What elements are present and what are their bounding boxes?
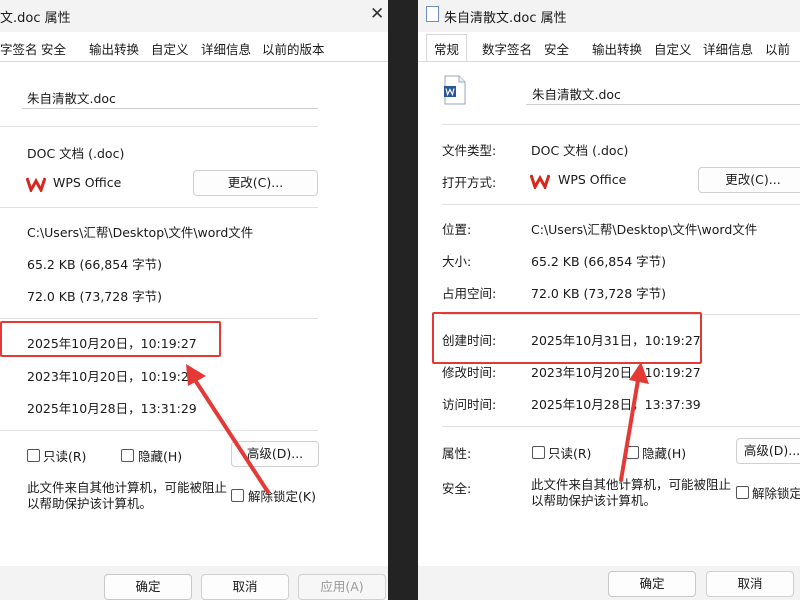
tab-previous-versions[interactable]: 以前: [765, 39, 790, 58]
security-label: 安全:: [442, 481, 472, 496]
open-with-value: WPS Office: [53, 175, 122, 190]
open-with-value: WPS Office: [558, 172, 627, 187]
file-type-label: 文件类型:: [442, 143, 497, 158]
unblock-label[interactable]: 解除锁定: [752, 483, 800, 502]
separator: [0, 126, 318, 127]
unblock-checkbox[interactable]: [736, 486, 749, 499]
apply-button[interactable]: 应用(A): [298, 574, 386, 600]
tab-security[interactable]: 安全: [41, 39, 66, 58]
size-on-disk-value: 72.0 KB (73,728 字节): [27, 289, 163, 304]
tab-output-convert[interactable]: 输出转换: [89, 39, 139, 58]
tab-security[interactable]: 安全: [544, 39, 569, 58]
modified-label: 修改时间:: [442, 365, 497, 380]
wps-icon: [26, 177, 46, 192]
properties-window-right: 朱自清散文.doc 属性 常规 数字签名 安全 输出转换 自定义 详细信息 以前…: [418, 0, 800, 600]
location-value: C:\Users\汇帮\Desktop\文件\word文件: [531, 222, 758, 237]
tab-details[interactable]: 详细信息: [201, 39, 251, 58]
cancel-button[interactable]: 取消: [201, 574, 289, 600]
accessed-value: 2025年10月28日，13:37:39: [531, 397, 701, 412]
ok-button[interactable]: 确定: [608, 571, 696, 597]
hidden-label[interactable]: 隐藏(H): [642, 443, 686, 462]
tab-custom[interactable]: 自定义: [654, 39, 692, 58]
ok-button[interactable]: 确定: [104, 574, 192, 600]
accessed-label: 访问时间:: [442, 397, 497, 412]
title-bar: 文.doc 属性 ✕: [0, 0, 388, 32]
advanced-button[interactable]: 高级(D)...: [736, 438, 800, 464]
file-name-value: 朱自清散文.doc: [532, 87, 621, 102]
readonly-label[interactable]: 只读(R): [43, 446, 86, 465]
security-text-line1: 此文件来自其他计算机，可能被阻止: [27, 480, 228, 495]
location-label: 位置:: [442, 222, 472, 237]
separator: [442, 124, 800, 125]
size-on-disk-value: 72.0 KB (73,728 字节): [531, 286, 667, 301]
close-icon[interactable]: ✕: [370, 4, 384, 24]
size-value: 65.2 KB (66,854 字节): [531, 254, 667, 269]
security-text-line2: 以帮助保护该计算机。: [27, 496, 153, 511]
tab-bar: 字签名 安全 输出转换 自定义 详细信息 以前的版本: [0, 34, 388, 62]
cancel-button[interactable]: 取消: [706, 571, 794, 597]
tab-divider: [0, 61, 388, 62]
tab-details[interactable]: 详细信息: [703, 39, 753, 58]
file-type-value: DOC 文档 (.doc): [27, 146, 125, 161]
change-button[interactable]: 更改(C)...: [698, 167, 800, 193]
accessed-value: 2025年10月28日，13:31:29: [27, 401, 197, 416]
hidden-checkbox[interactable]: [121, 449, 134, 462]
hidden-label[interactable]: 隐藏(H): [138, 446, 182, 465]
modified-value: 2023年10月20日，10:19:27: [531, 365, 701, 380]
document-icon: [426, 6, 439, 22]
file-name-value: 朱自清散文.doc: [27, 91, 116, 106]
separator: [442, 426, 800, 427]
separator: [0, 207, 318, 208]
file-name-field[interactable]: 朱自清散文.doc: [22, 84, 318, 109]
title-bar: 朱自清散文.doc 属性: [418, 0, 800, 32]
tab-digital-signature[interactable]: 字签名: [0, 39, 38, 58]
attributes-label: 属性:: [442, 446, 472, 461]
size-label: 大小:: [442, 254, 472, 269]
location-value: C:\Users\汇帮\Desktop\文件\word文件: [27, 225, 254, 240]
size-value: 65.2 KB (66,854 字节): [27, 257, 163, 272]
open-with-label: 打开方式:: [442, 175, 497, 190]
tab-custom[interactable]: 自定义: [151, 39, 189, 58]
unblock-checkbox[interactable]: [231, 489, 244, 502]
separator: [442, 204, 800, 205]
gap-between-windows: [388, 0, 418, 600]
created-highlight-box: [432, 312, 702, 364]
tab-output-convert[interactable]: 输出转换: [592, 39, 642, 58]
tab-previous-versions[interactable]: 以前的版本: [262, 39, 325, 58]
advanced-button[interactable]: 高级(D)...: [231, 441, 319, 467]
window-title: 文.doc 属性: [0, 11, 71, 26]
change-button[interactable]: 更改(C)...: [193, 170, 318, 196]
security-text-line2: 以帮助保护该计算机。: [531, 493, 657, 508]
readonly-checkbox[interactable]: [27, 449, 40, 462]
modified-value: 2023年10月20日，10:19:27: [27, 369, 197, 384]
size-on-disk-label: 占用空间:: [442, 286, 497, 301]
separator: [0, 430, 318, 431]
tab-divider: [418, 61, 800, 62]
readonly-label[interactable]: 只读(R): [548, 443, 591, 462]
created-highlight-box: [0, 321, 221, 357]
file-name-field[interactable]: 朱自清散文.doc: [526, 80, 800, 105]
word-document-icon: [444, 75, 466, 105]
tab-general[interactable]: 常规: [426, 34, 468, 62]
security-text-line1: 此文件来自其他计算机，可能被阻止: [531, 477, 732, 492]
wps-icon: [530, 174, 550, 189]
tab-bar: 常规 数字签名 安全 输出转换 自定义 详细信息 以前: [418, 34, 800, 62]
separator: [0, 318, 318, 319]
tab-digital-signature[interactable]: 数字签名: [482, 39, 532, 58]
unblock-label[interactable]: 解除锁定(K): [248, 486, 316, 505]
file-type-value: DOC 文档 (.doc): [531, 143, 629, 158]
properties-window-left: 文.doc 属性 ✕ 字签名 安全 输出转换 自定义 详细信息 以前的版本 朱自…: [0, 0, 388, 600]
window-title: 朱自清散文.doc 属性: [444, 11, 567, 26]
hidden-checkbox[interactable]: [626, 446, 639, 459]
readonly-checkbox[interactable]: [532, 446, 545, 459]
